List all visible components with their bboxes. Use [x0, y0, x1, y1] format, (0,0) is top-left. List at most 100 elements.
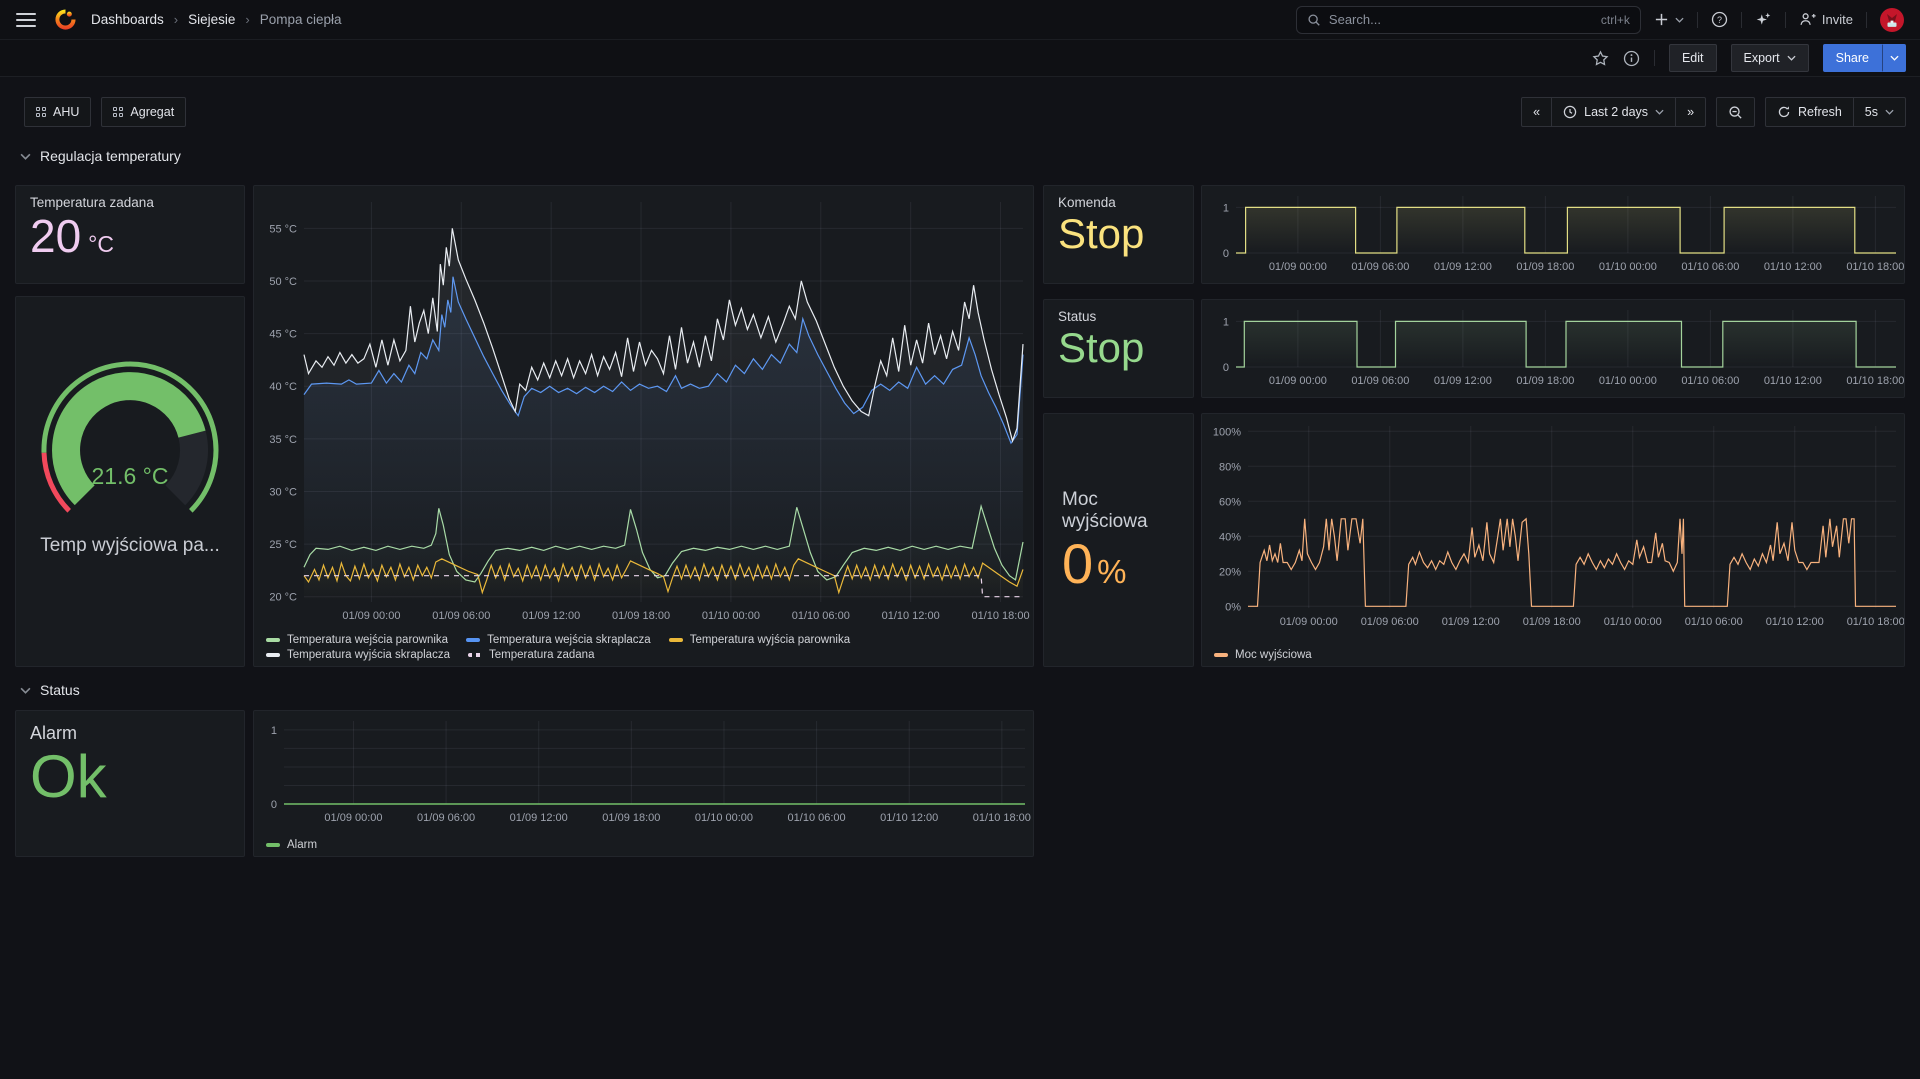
refresh-interval-picker[interactable]: 5s: [1853, 97, 1906, 127]
ai-assistant-button[interactable]: [1755, 11, 1772, 28]
legend-item[interactable]: Temperatura wyjścia skraplacza: [266, 649, 450, 661]
user-avatar[interactable]: [1880, 8, 1904, 32]
legend-swatch: [468, 653, 482, 657]
svg-text:0: 0: [1223, 248, 1229, 260]
chart-legend: Moc wyjściowa: [1214, 649, 1898, 661]
divider: [1654, 50, 1655, 66]
grafana-logo-icon[interactable]: [54, 8, 77, 31]
komenda-digital-chart[interactable]: 01/09 00:0001/09 06:0001/09 12:0001/09 1…: [1202, 186, 1904, 283]
legend-label: Temperatura wyjścia parownika: [690, 634, 850, 646]
chevron-down-icon: [1890, 55, 1899, 61]
chevron-down-icon: [20, 687, 31, 694]
legend-item[interactable]: Alarm: [266, 839, 317, 851]
refresh-button[interactable]: Refresh: [1765, 97, 1854, 127]
top-nav: Dashboards › Siejesie › Pompa ciepła Sea…: [0, 0, 1920, 40]
add-button[interactable]: [1654, 12, 1684, 27]
svg-text:30 °C: 30 °C: [269, 486, 297, 498]
chevron-down-icon: [1655, 109, 1664, 115]
panel-title: Temperatura zadana: [30, 195, 230, 210]
row-header-regulacja[interactable]: Regulacja temperatury: [20, 148, 181, 164]
gauge[interactable]: 21.6 °C: [27, 354, 233, 523]
share-button[interactable]: Share: [1823, 44, 1882, 72]
legend-label: Moc wyjściowa: [1235, 649, 1312, 661]
temperature-chart[interactable]: 01/09 00:0001/09 06:0001/09 12:0001/09 1…: [254, 186, 1033, 666]
search-input[interactable]: Search... ctrl+k: [1296, 6, 1641, 34]
moc-chart[interactable]: 01/09 00:0001/09 06:0001/09 12:0001/09 1…: [1202, 414, 1904, 666]
chevron-down-icon: [1885, 109, 1894, 115]
legend-swatch: [1214, 653, 1228, 657]
link-agregat-button[interactable]: Agregat: [101, 97, 186, 127]
svg-text:01/10 00:00: 01/10 00:00: [702, 610, 760, 622]
svg-text:01/09 12:00: 01/09 12:00: [1434, 261, 1492, 273]
link-ahu-button[interactable]: AHU: [24, 97, 91, 127]
time-range-picker[interactable]: Last 2 days: [1551, 97, 1676, 127]
favorite-button[interactable]: [1592, 50, 1609, 67]
breadcrumb-dashboards[interactable]: Dashboards: [91, 12, 164, 27]
breadcrumb-separator: ›: [245, 12, 249, 27]
status-digital-chart[interactable]: 01/09 00:0001/09 06:0001/09 12:0001/09 1…: [1202, 300, 1904, 397]
svg-text:0: 0: [1223, 362, 1229, 374]
stat-unit: °C: [88, 233, 114, 256]
dashboard-info-button[interactable]: [1623, 50, 1640, 67]
svg-text:01/10 06:00: 01/10 06:00: [1681, 375, 1739, 387]
dashboard-actions-bar: Edit Export Share: [0, 40, 1920, 77]
panel-temperature-chart: 01/09 00:0001/09 06:0001/09 12:0001/09 1…: [253, 185, 1034, 667]
svg-text:01/09 06:00: 01/09 06:00: [1361, 616, 1419, 628]
panel-komenda: Komenda Stop: [1043, 185, 1194, 284]
edit-button[interactable]: Edit: [1669, 44, 1717, 72]
stat-value: 20: [30, 213, 81, 259]
svg-text:01/10 18:00: 01/10 18:00: [1846, 375, 1904, 387]
breadcrumb-folder[interactable]: Siejesie: [188, 12, 235, 27]
svg-text:55 °C: 55 °C: [269, 223, 297, 235]
share-dropdown-button[interactable]: [1882, 44, 1906, 72]
legend-swatch: [266, 843, 280, 847]
svg-text:60%: 60%: [1219, 496, 1241, 508]
invite-label: Invite: [1822, 12, 1853, 27]
breadcrumb: Dashboards › Siejesie › Pompa ciepła: [91, 12, 342, 27]
info-icon: [1623, 50, 1640, 67]
legend-item[interactable]: Temperatura wejścia parownika: [266, 634, 448, 646]
export-button[interactable]: Export: [1731, 44, 1809, 72]
svg-text:50 °C: 50 °C: [269, 276, 297, 288]
legend-swatch: [266, 653, 280, 657]
refresh-icon: [1777, 105, 1791, 119]
svg-text:01/09 00:00: 01/09 00:00: [342, 610, 400, 622]
svg-text:01/09 06:00: 01/09 06:00: [1351, 375, 1409, 387]
svg-text:01/09 12:00: 01/09 12:00: [510, 812, 568, 824]
alarm-chart[interactable]: 01/09 00:0001/09 06:0001/09 12:0001/09 1…: [254, 711, 1033, 856]
svg-text:1: 1: [271, 725, 277, 737]
svg-text:20 °C: 20 °C: [269, 592, 297, 604]
legend-item[interactable]: Moc wyjściowa: [1214, 649, 1312, 661]
svg-text:01/09 00:00: 01/09 00:00: [324, 812, 382, 824]
legend-item[interactable]: Temperatura zadana: [468, 649, 594, 661]
svg-text:01/10 18:00: 01/10 18:00: [1846, 261, 1904, 273]
breadcrumb-separator: ›: [174, 12, 178, 27]
help-button[interactable]: ?: [1711, 11, 1728, 28]
svg-text:01/09 12:00: 01/09 12:00: [1434, 375, 1492, 387]
time-shift-back-button[interactable]: «: [1521, 97, 1552, 127]
svg-text:01/09 12:00: 01/09 12:00: [1442, 616, 1500, 628]
zoom-out-icon: [1728, 105, 1743, 120]
panel-title: Komenda: [1058, 195, 1179, 210]
row-header-status[interactable]: Status: [20, 682, 80, 698]
svg-text:01/10 06:00: 01/10 06:00: [1685, 616, 1743, 628]
svg-text:01/09 06:00: 01/09 06:00: [1351, 261, 1409, 273]
person-plus-icon: [1799, 11, 1816, 28]
legend-item[interactable]: Temperatura wyjścia parownika: [669, 634, 850, 646]
link-ahu-label: AHU: [53, 105, 79, 119]
svg-text:01/09 00:00: 01/09 00:00: [1280, 616, 1338, 628]
legend-item[interactable]: Temperatura wejścia skraplacza: [466, 634, 651, 646]
sparkles-icon: [1755, 11, 1772, 28]
breadcrumb-current: Pompa ciepła: [260, 12, 342, 27]
invite-button[interactable]: Invite: [1799, 11, 1853, 28]
menu-toggle-icon[interactable]: [16, 13, 36, 27]
svg-text:01/10 12:00: 01/10 12:00: [1766, 616, 1824, 628]
stat-value: Ok: [30, 747, 107, 807]
star-icon: [1592, 50, 1609, 67]
zoom-out-time-button[interactable]: [1716, 97, 1755, 127]
time-shift-forward-button[interactable]: »: [1675, 97, 1706, 127]
help-icon: ?: [1711, 11, 1728, 28]
svg-text:01/09 18:00: 01/09 18:00: [602, 812, 660, 824]
svg-text:1: 1: [1223, 316, 1229, 328]
chart-legend: Temperatura wejścia parownika Temperatura…: [266, 634, 1027, 661]
